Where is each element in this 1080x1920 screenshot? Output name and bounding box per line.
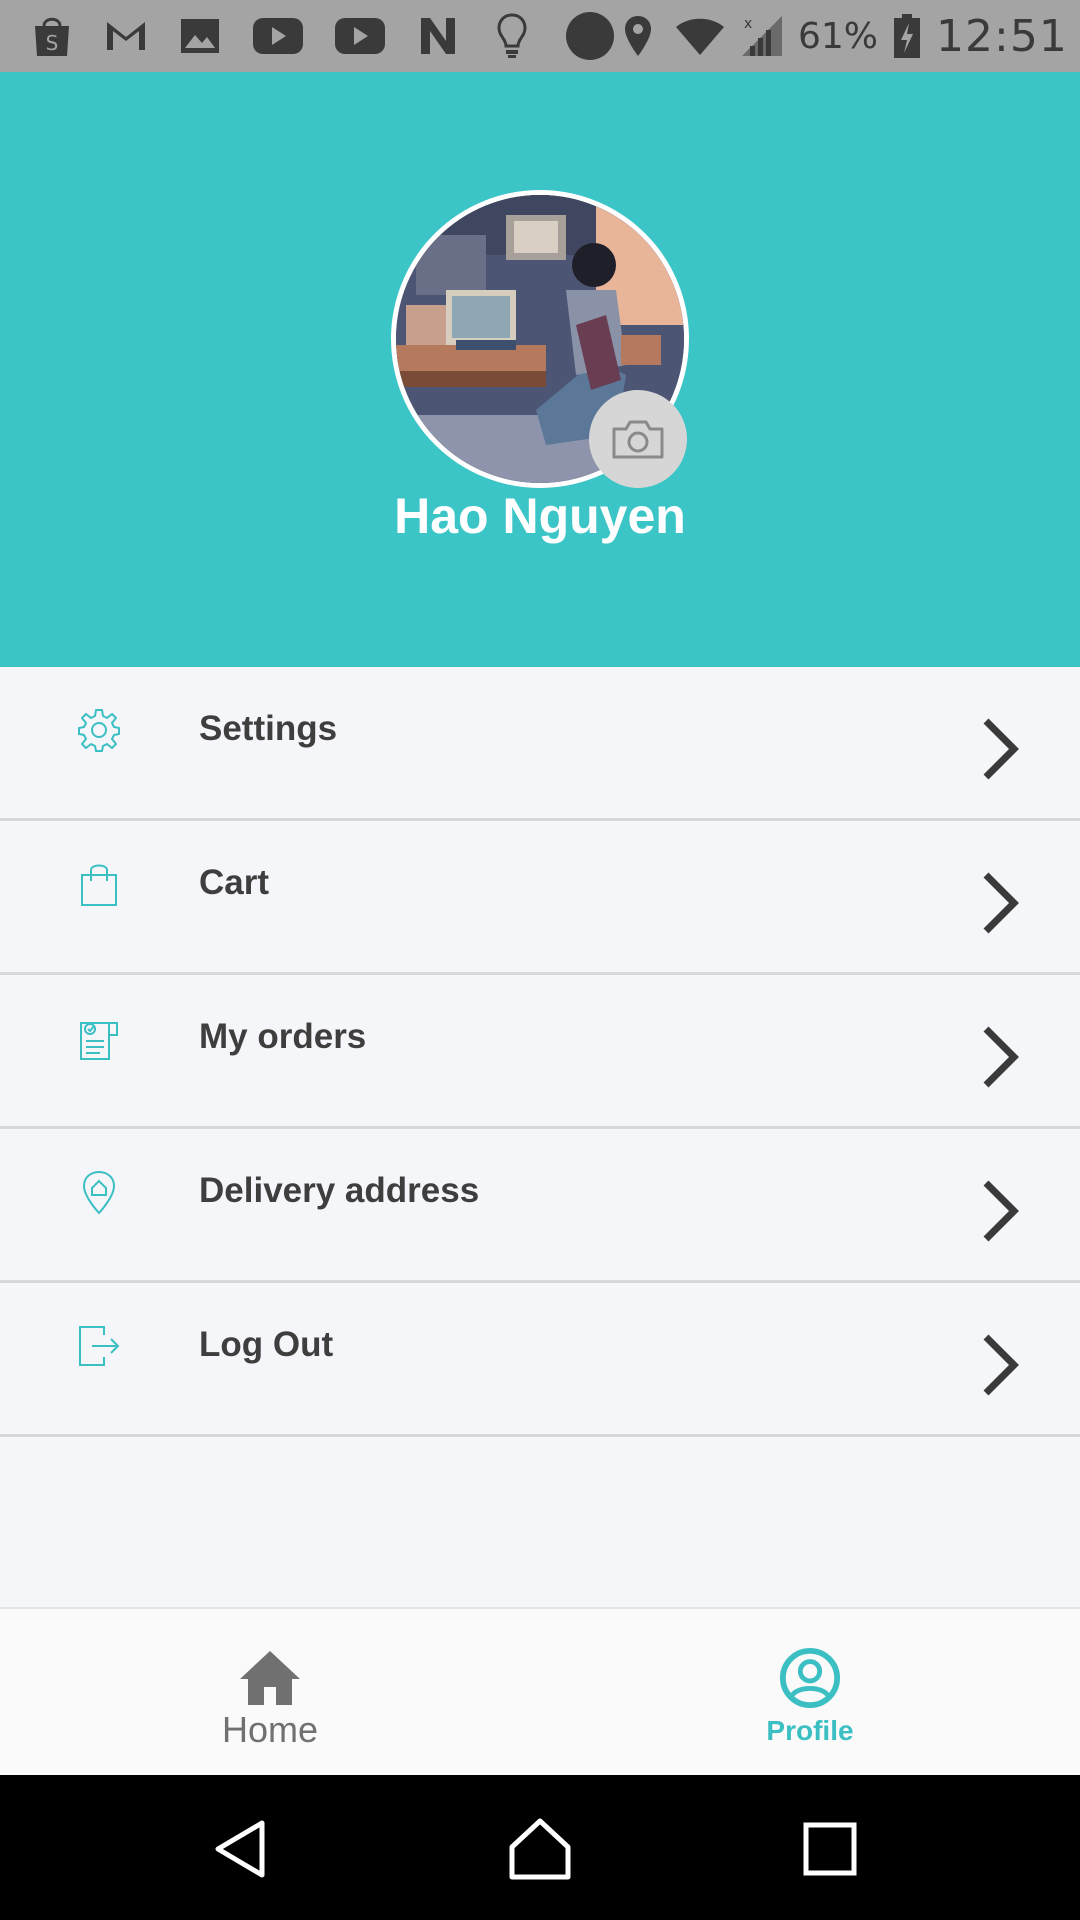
menu-item-my-orders[interactable]: My orders (0, 975, 1080, 1129)
youtube-icon (252, 14, 304, 58)
youtube-icon (334, 14, 386, 58)
back-icon[interactable] (210, 1817, 274, 1881)
avatar-container (391, 190, 689, 488)
profile-icon (779, 1647, 841, 1709)
menu-label-settings: Settings (199, 709, 338, 748)
gallery-icon (178, 14, 222, 58)
recents-icon[interactable] (798, 1817, 862, 1881)
gmail-icon (104, 14, 148, 58)
shopee-icon: S (30, 14, 74, 58)
battery-percent: 61% (798, 15, 879, 57)
status-bar: S x 61% 12:51 (0, 0, 1080, 72)
menu-label-delivery-address: Delivery address (199, 1171, 480, 1210)
receipt-icon (80, 1022, 118, 1060)
menu-label-log-out: Log Out (199, 1325, 334, 1364)
circle-icon (564, 12, 616, 60)
chevron-right-icon (983, 718, 1019, 780)
home-button-icon[interactable] (508, 1817, 572, 1881)
profile-menu: Settings Cart My orders Delivery address (0, 667, 1080, 1437)
n-icon (416, 14, 460, 58)
gear-icon (78, 709, 120, 752)
camera-icon (612, 420, 664, 459)
profile-name: Hao Nguyen (394, 488, 686, 544)
chevron-right-icon (983, 1334, 1019, 1396)
bottom-navigation: Home Profile (0, 1607, 1080, 1775)
change-photo-button[interactable] (589, 390, 687, 488)
menu-label-cart: Cart (199, 863, 270, 902)
shopping-bag-icon (81, 864, 117, 906)
svg-text:S: S (46, 31, 59, 55)
clock: 12:51 (936, 10, 1068, 62)
home-location-icon (82, 1170, 116, 1215)
wifi-icon (674, 14, 726, 58)
signal-icon: x (740, 14, 784, 58)
menu-item-cart[interactable]: Cart (0, 821, 1080, 975)
menu-item-log-out[interactable]: Log Out (0, 1283, 1080, 1437)
nav-label-home: Home (221, 1709, 319, 1750)
chevron-right-icon (983, 872, 1019, 934)
battery-charging-icon (892, 14, 922, 58)
home-icon (240, 1651, 300, 1705)
menu-item-delivery-address[interactable]: Delivery address (0, 1129, 1080, 1283)
logout-icon (79, 1326, 120, 1366)
bulb-icon (490, 13, 534, 58)
nav-tab-profile[interactable]: Profile (540, 1609, 1080, 1777)
location-icon (616, 14, 660, 58)
profile-header: Hao Nguyen (0, 72, 1080, 667)
nav-tab-home[interactable]: Home (0, 1609, 540, 1777)
chevron-right-icon (983, 1026, 1019, 1088)
menu-item-settings[interactable]: Settings (0, 667, 1080, 821)
system-navigation-bar (0, 1775, 1080, 1920)
menu-label-my-orders: My orders (199, 1017, 367, 1056)
svg-text:x: x (744, 16, 752, 32)
nav-label-profile: Profile (766, 1715, 854, 1746)
chevron-right-icon (983, 1180, 1019, 1242)
